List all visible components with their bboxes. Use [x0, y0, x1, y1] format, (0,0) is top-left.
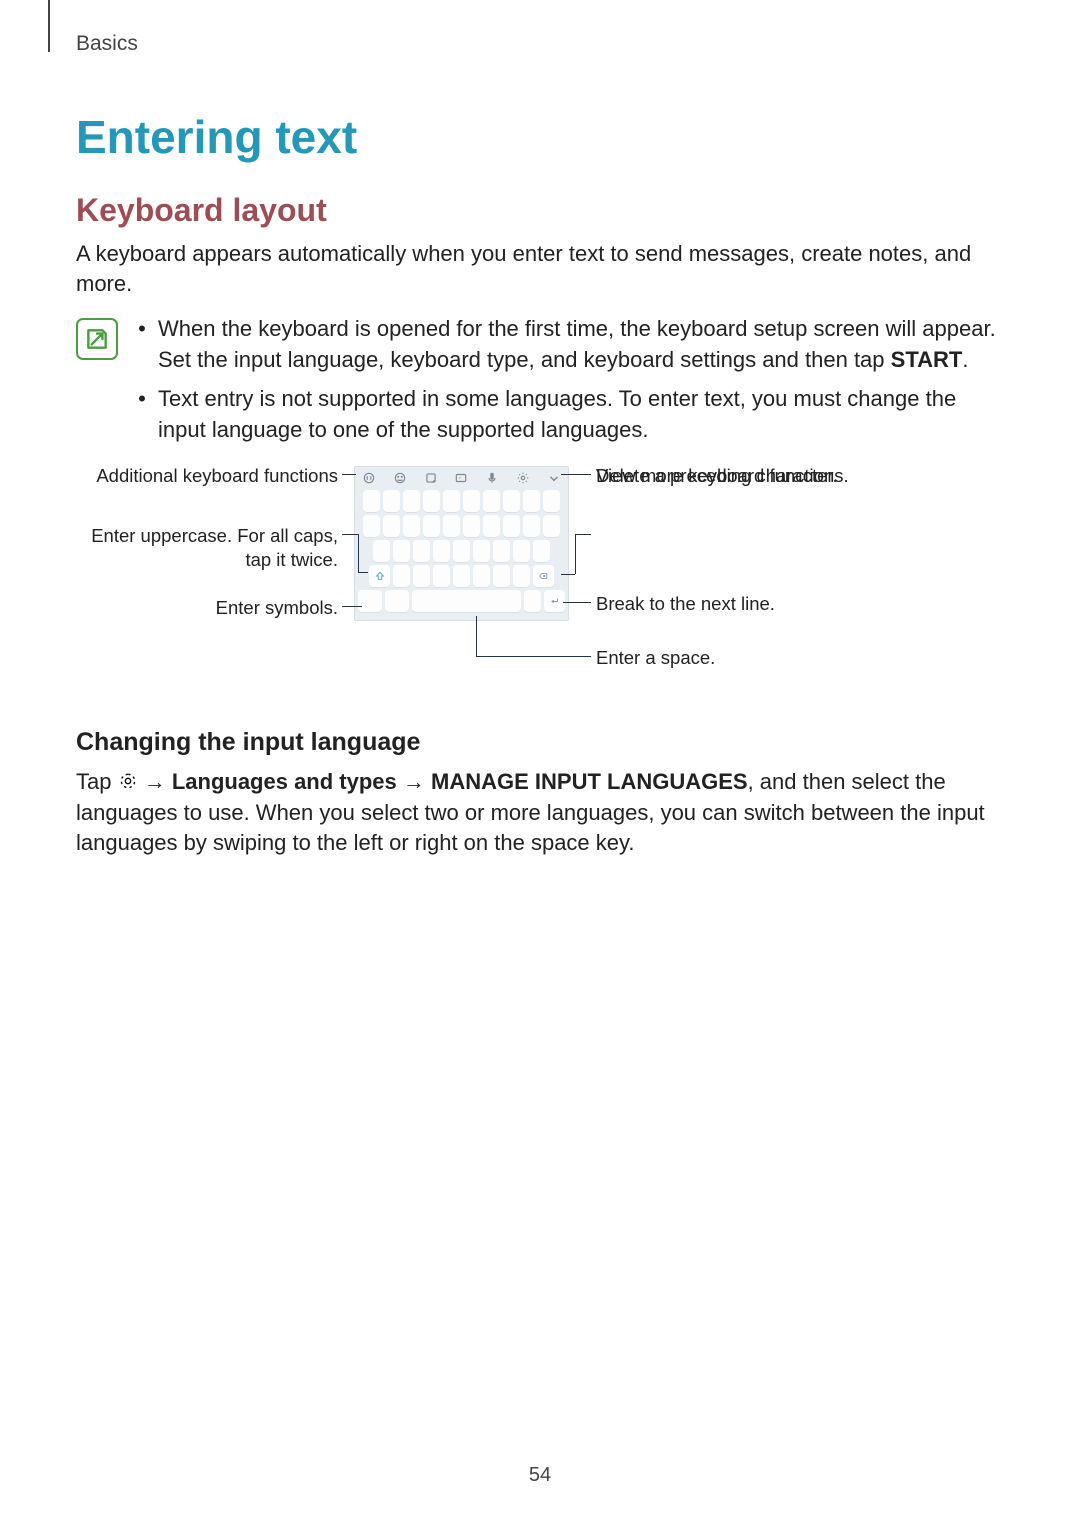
notice-block: When the keyboard is opened for the firs… — [76, 314, 1004, 453]
notice-item-1: When the keyboard is opened for the firs… — [158, 314, 1004, 376]
expand-icon — [547, 471, 561, 485]
backspace-key-icon — [533, 565, 554, 587]
note-icon — [76, 318, 118, 360]
settings-icon — [516, 471, 530, 485]
notice-item-1b: START — [891, 347, 963, 372]
notice-item-2: Text entry is not supported in some lang… — [158, 384, 1004, 446]
lang-para-d: → — [397, 769, 431, 794]
lang-para-e: MANAGE INPUT LANGUAGES — [431, 769, 748, 794]
callout-delete: Delete a preceding character. — [596, 464, 838, 488]
callout-additional-functions: Additional keyboard functions — [76, 464, 338, 488]
gif-icon — [454, 471, 468, 485]
subsubsection-title: Changing the input language — [76, 728, 1004, 757]
callout-space: Enter a space. — [596, 646, 715, 670]
keyboard-diagram: Additional keyboard functions Enter uppe… — [76, 464, 1004, 694]
lang-para-c: Languages and types — [172, 769, 397, 794]
sticker-icon — [424, 471, 438, 485]
callout-newline: Break to the next line. — [596, 592, 775, 616]
live-message-icon — [362, 471, 376, 485]
callout-symbols: Enter symbols. — [76, 596, 338, 620]
scan-gutter — [48, 0, 50, 52]
gear-icon — [118, 771, 138, 796]
enter-key-icon — [544, 590, 565, 612]
lang-para-b: → — [138, 769, 172, 794]
subsection-title: Keyboard layout — [76, 192, 1004, 229]
running-head: Basics — [76, 32, 138, 56]
notice-item-1a: When the keyboard is opened for the firs… — [158, 316, 996, 372]
emoji-icon — [393, 471, 407, 485]
keyboard-illustration — [354, 466, 569, 621]
notice-item-1c: . — [962, 347, 968, 372]
page-number: 54 — [0, 1464, 1080, 1487]
page-title: Entering text — [76, 110, 1004, 164]
shift-key-icon — [369, 565, 390, 587]
lang-para-a: Tap — [76, 769, 118, 794]
change-language-paragraph: Tap → Languages and types → MANAGE INPUT… — [76, 767, 1004, 858]
callout-uppercase: Enter uppercase. For all caps, tap it tw… — [76, 524, 338, 572]
intro-paragraph: A keyboard appears automatically when yo… — [76, 239, 1004, 298]
voice-icon — [485, 471, 499, 485]
